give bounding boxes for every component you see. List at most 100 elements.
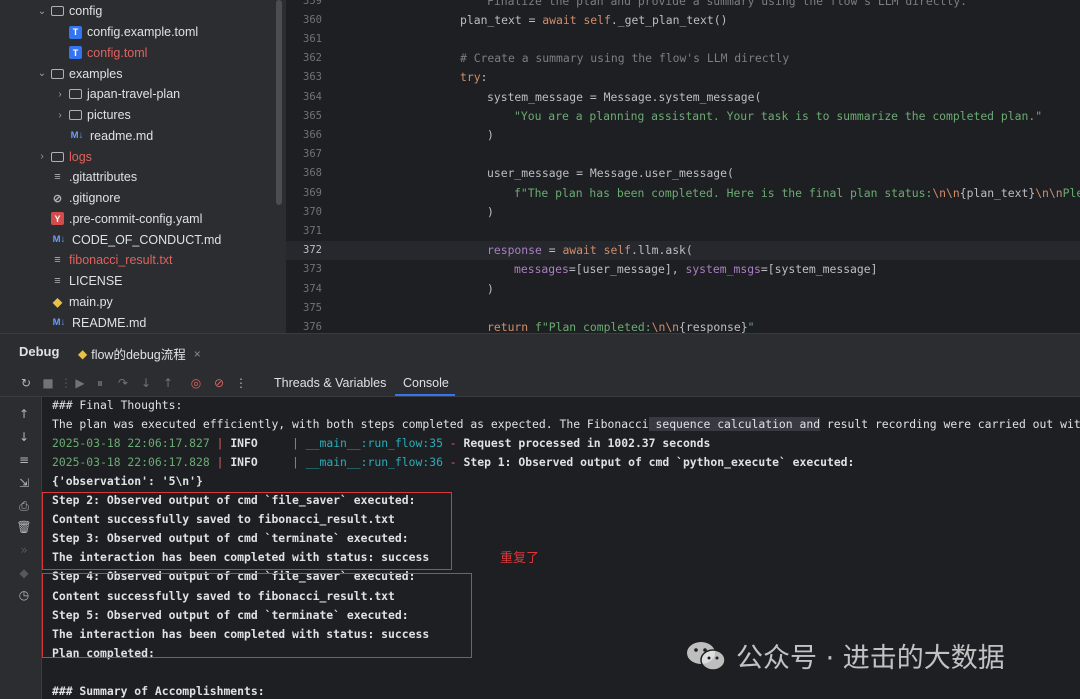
code-line[interactable]: 371 bbox=[286, 221, 1080, 240]
code-token: ) bbox=[487, 127, 494, 142]
text-file-icon: ≡ bbox=[54, 254, 61, 267]
tree-item-label: config.example.toml bbox=[87, 25, 199, 40]
log-separator: - bbox=[442, 435, 464, 450]
print-icon[interactable]: ⎙ bbox=[16, 498, 32, 514]
code-line[interactable]: 365 "You are a planning assistant. Your t… bbox=[286, 106, 1080, 125]
mute-breakpoints-icon[interactable]: ⊘ bbox=[211, 375, 227, 391]
code-line[interactable]: 374) bbox=[286, 279, 1080, 298]
step-into-icon[interactable]: ↓ bbox=[138, 375, 154, 391]
code-line[interactable]: 362 # Create a summary using the flow's L… bbox=[286, 49, 1080, 68]
tree-item[interactable]: › pictures bbox=[0, 105, 286, 126]
wechat-logo-icon bbox=[687, 641, 726, 671]
code-token: messages bbox=[514, 262, 569, 277]
line-number: 371 bbox=[303, 224, 322, 237]
scroll-to-end-icon[interactable]: ⇲ bbox=[16, 475, 32, 491]
chevron-down-icon[interactable]: ⌄ bbox=[36, 6, 48, 17]
code-line[interactable]: 364 system_message = Message.system_messa… bbox=[286, 87, 1080, 106]
soft-wrap-icon[interactable]: ≡ bbox=[16, 452, 32, 468]
code-line[interactable]: 369 f"The plan has been completed. Here i… bbox=[286, 183, 1080, 202]
code-token: await bbox=[562, 243, 604, 258]
code-line[interactable]: 359 Finalize the plan and provide a summa… bbox=[286, 0, 1080, 10]
log-level: INFO bbox=[230, 454, 286, 469]
more-icon[interactable]: » bbox=[16, 542, 32, 558]
step-out-icon[interactable]: ↑ bbox=[160, 375, 176, 391]
tree-item[interactable]: M↓ CODE_OF_CONDUCT.md bbox=[0, 229, 286, 250]
tree-item[interactable]: M↓ README.md bbox=[0, 312, 286, 333]
console-text: result recording were carried out witho bbox=[820, 416, 1080, 431]
pause-icon[interactable]: ⏸ bbox=[92, 375, 108, 391]
duplicate-annotation: 重复了 bbox=[500, 551, 540, 566]
console-line: ### Summary of Accomplishments: bbox=[52, 682, 265, 699]
code-line[interactable]: 376 return f"Plan completed:\n\n{response… bbox=[286, 317, 1080, 333]
code-token: try bbox=[460, 70, 481, 85]
line-number: 374 bbox=[303, 282, 322, 295]
code-line[interactable]: 368 user_message = Message.user_message( bbox=[286, 164, 1080, 183]
chevron-down-icon[interactable]: ⌄ bbox=[36, 68, 48, 79]
code-line[interactable]: 370) bbox=[286, 202, 1080, 221]
tree-item-label: logs bbox=[69, 149, 92, 164]
tree-item[interactable]: M↓ readme.md bbox=[0, 126, 286, 147]
code-line[interactable]: 373 messages=[user_message], system_msgs=… bbox=[286, 260, 1080, 279]
tree-item[interactable]: ≡ fibonacci_result.txt bbox=[0, 250, 286, 271]
tree-item[interactable]: ⊘ .gitignore bbox=[0, 188, 286, 209]
code-token: {plan_text} bbox=[959, 185, 1036, 200]
tree-item[interactable]: ◆ main.py bbox=[0, 292, 286, 313]
tree-item[interactable]: ⌄ examples bbox=[0, 63, 286, 84]
code-line[interactable]: 375 bbox=[286, 298, 1080, 317]
code-token: =[system_message] bbox=[760, 262, 878, 277]
chevron-right-icon[interactable]: › bbox=[36, 151, 48, 162]
tree-item-label: main.py bbox=[69, 294, 113, 309]
tree-scrollbar[interactable] bbox=[276, 0, 282, 205]
chevron-right-icon[interactable]: › bbox=[54, 89, 66, 100]
python-console-icon[interactable]: ◆ bbox=[16, 565, 32, 581]
code-line[interactable]: 372 response = await self.llm.ask( bbox=[286, 240, 1080, 260]
more-options-icon[interactable]: ⋮ bbox=[233, 375, 249, 391]
tree-item-label: pictures bbox=[87, 108, 131, 123]
line-number: 370 bbox=[303, 205, 322, 218]
tab-threads-variables[interactable]: Threads & Variables bbox=[274, 376, 386, 390]
code-token: ._get_plan_text() bbox=[610, 12, 728, 27]
trash-icon[interactable]: 🗑 bbox=[16, 519, 32, 535]
debug-tool-window-header: Debug ◆ flow的debug流程 × bbox=[0, 333, 1080, 369]
code-line[interactable]: 366) bbox=[286, 125, 1080, 144]
code-token: \n\n bbox=[651, 319, 680, 333]
tree-item[interactable]: ≡ LICENSE bbox=[0, 271, 286, 292]
code-token: \n\n bbox=[1035, 185, 1063, 200]
folder-icon bbox=[51, 68, 64, 79]
rerun-icon[interactable]: ↻ bbox=[18, 375, 34, 391]
tree-item[interactable]: Tconfig.toml bbox=[0, 43, 286, 64]
code-token: {response} bbox=[679, 319, 748, 333]
code-line[interactable]: 360 plan_text = await self._get_plan_text… bbox=[286, 10, 1080, 29]
log-separator: | bbox=[209, 454, 231, 469]
history-icon[interactable]: ◷ bbox=[16, 587, 32, 603]
view-breakpoints-icon[interactable]: ◎ bbox=[188, 375, 204, 391]
tree-item[interactable]: Y .pre-commit-config.yaml bbox=[0, 209, 286, 230]
stop-icon[interactable]: ■ bbox=[40, 375, 56, 391]
tree-item[interactable]: › logs bbox=[0, 146, 286, 167]
markdown-file-icon: M↓ bbox=[70, 130, 84, 142]
step-over-icon[interactable]: ↷ bbox=[115, 375, 131, 391]
code-token: f"Plan completed: bbox=[535, 319, 652, 333]
tree-item[interactable]: ≡ .gitattributes bbox=[0, 167, 286, 188]
watermark-text: 公众号 · 进击的大数据 bbox=[736, 643, 1005, 674]
code-line[interactable]: 367 bbox=[286, 145, 1080, 164]
tab-console[interactable]: Console bbox=[403, 376, 449, 390]
scroll-up-icon[interactable]: ↑ bbox=[16, 406, 32, 422]
code-editor[interactable]: 359 Finalize the plan and provide a summa… bbox=[286, 0, 1080, 333]
code-line[interactable]: 361 bbox=[286, 29, 1080, 48]
close-icon[interactable]: × bbox=[194, 347, 201, 361]
code-token: self bbox=[583, 12, 611, 27]
tree-item[interactable]: Tconfig.example.toml bbox=[0, 22, 286, 43]
resume-icon[interactable]: ▶ bbox=[72, 375, 88, 391]
code-line[interactable]: 363 try: bbox=[286, 68, 1080, 87]
code-text: try: bbox=[460, 70, 487, 84]
scroll-down-icon[interactable]: ↓ bbox=[16, 429, 32, 445]
code-text: plan_text = await self._get_plan_text() bbox=[460, 13, 727, 27]
tree-item[interactable]: ⌄ config bbox=[0, 1, 286, 22]
console-text: The plan was executed efficiently, with … bbox=[52, 416, 649, 431]
console-text: ### Summary of Accomplishments: bbox=[52, 684, 265, 698]
chevron-right-icon[interactable]: › bbox=[54, 110, 66, 121]
debug-session-tab[interactable]: ◆ flow的debug流程 × bbox=[78, 344, 201, 363]
tree-item[interactable]: › japan-travel-plan bbox=[0, 84, 286, 105]
line-number: 359 bbox=[303, 0, 322, 7]
